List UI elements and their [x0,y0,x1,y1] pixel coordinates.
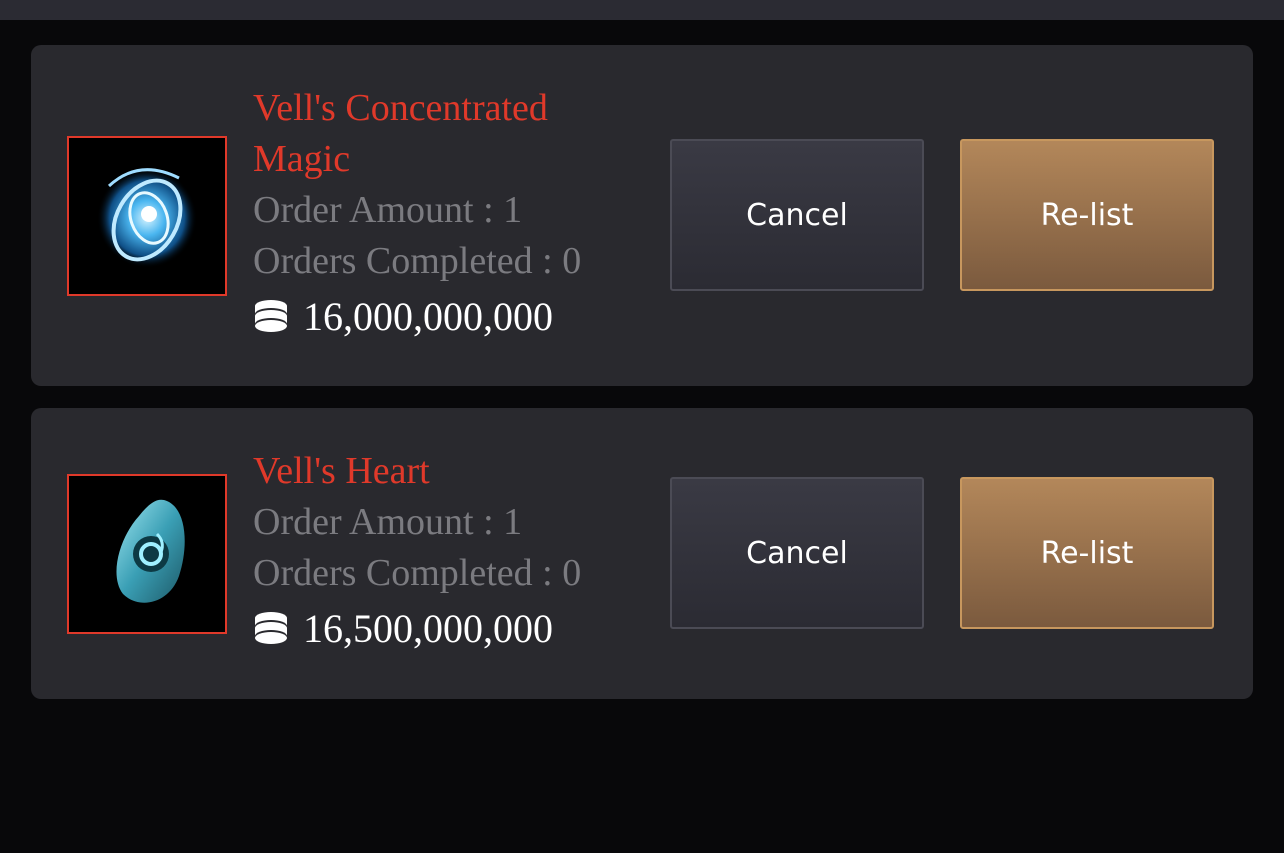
item-name: Vell's Heart [253,450,430,492]
item-slot[interactable] [67,136,227,296]
order-info: Vell's Concentrated Magic Order Amount :… [253,83,633,339]
order-info: Vell's Heart Order Amount : 1 Orders Com… [253,446,633,651]
price-row: 16,500,000,000 [253,607,633,651]
price-value: 16,000,000,000 [303,294,553,339]
order-amount: Order Amount : 1 [253,501,523,543]
orders-completed: Orders Completed : 0 [253,240,582,282]
vells-heart-gem-icon [69,476,225,632]
item-name: Vell's Concentrated Magic [253,87,548,180]
cancel-button[interactable]: Cancel [670,139,924,291]
order-amount: Order Amount : 1 [253,189,523,231]
cancel-button[interactable]: Cancel [670,477,924,629]
order-card: Vell's Heart Order Amount : 1 Orders Com… [31,408,1253,699]
order-card: Vell's Concentrated Magic Order Amount :… [31,45,1253,386]
silver-coin-stack-icon [255,612,287,644]
top-bar [0,0,1284,20]
concentrated-magic-orb-icon [69,138,225,294]
price-row: 16,000,000,000 [253,295,633,339]
silver-coin-stack-icon [255,300,287,332]
relist-button[interactable]: Re-list [960,477,1214,629]
orders-completed: Orders Completed : 0 [253,552,582,594]
relist-button[interactable]: Re-list [960,139,1214,291]
price-value: 16,500,000,000 [303,606,553,651]
item-slot[interactable] [67,474,227,634]
